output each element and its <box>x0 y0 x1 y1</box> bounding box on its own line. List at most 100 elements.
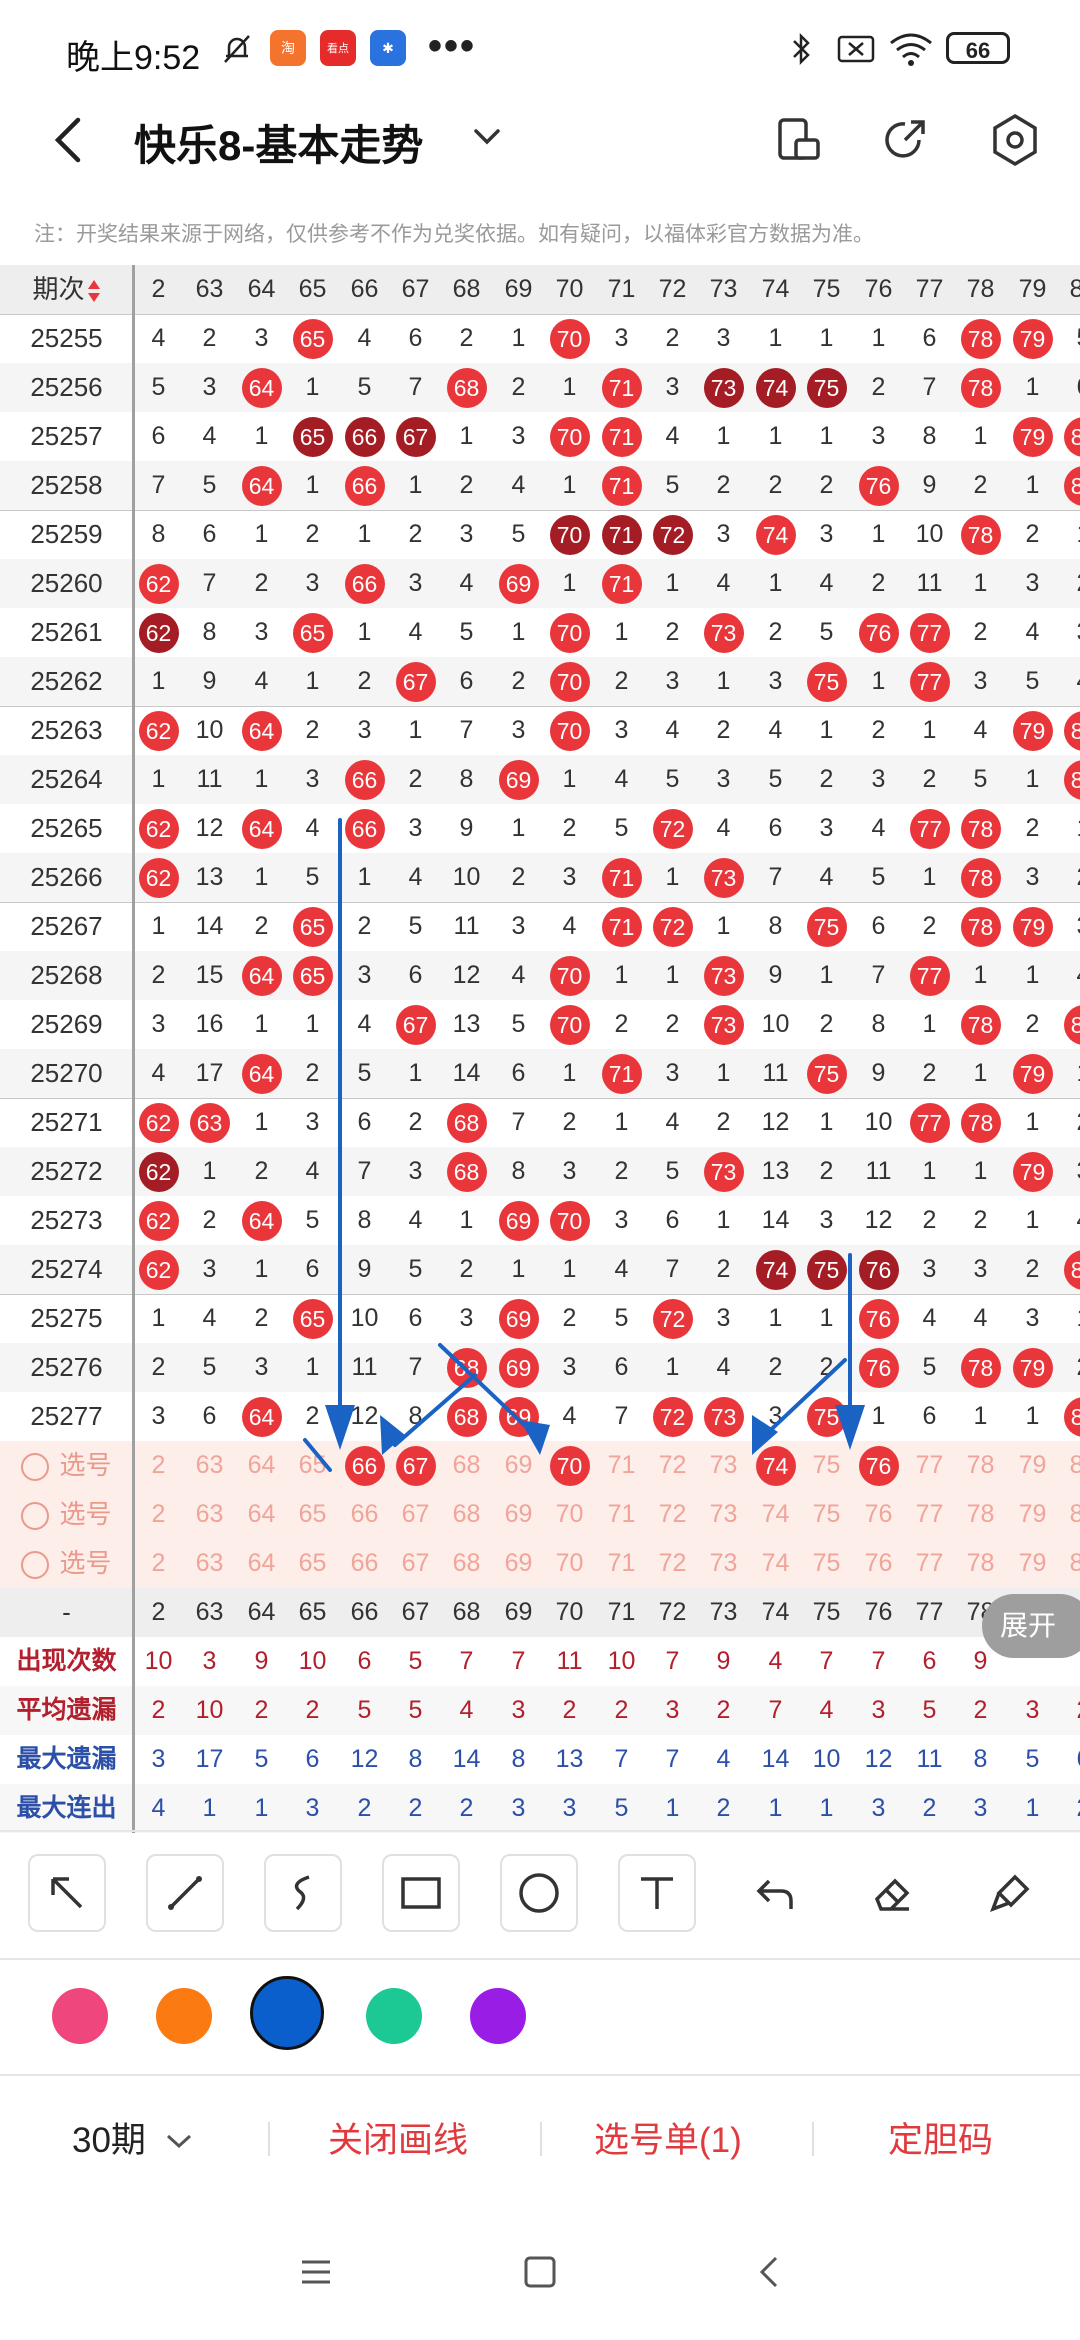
banker-code-button[interactable]: 定胆码 <box>888 2116 993 2166</box>
arrow-tool-icon[interactable] <box>28 1854 106 1932</box>
pick-cell-selected[interactable]: 67 <box>390 1441 441 1490</box>
pick-cell[interactable]: 78 <box>955 1490 1006 1539</box>
pick-cell[interactable]: 67 <box>390 1490 441 1539</box>
clear-brush-icon[interactable] <box>972 1854 1050 1932</box>
pick-cell[interactable]: 63 <box>184 1441 235 1490</box>
trend-cell: 7 <box>614 1402 629 1430</box>
pick-cell[interactable]: 71 <box>596 1441 647 1490</box>
pick-cell[interactable]: 68 <box>441 1490 492 1539</box>
period-selector[interactable]: 30期 <box>72 2116 194 2166</box>
pick-cell[interactable]: 72 <box>647 1539 698 1588</box>
pick-cell[interactable]: 66 <box>339 1490 390 1539</box>
pick-cell[interactable]: 65 <box>287 1490 338 1539</box>
eraser-tool-icon[interactable] <box>854 1854 932 1932</box>
pick-row-checkbox[interactable] <box>21 1502 50 1531</box>
color-swatch-green[interactable] <box>366 1988 422 2044</box>
pick-cell[interactable]: 64 <box>236 1441 287 1490</box>
pick-cell-selected[interactable]: 70 <box>544 1441 595 1490</box>
selected-number-ball[interactable]: 67 <box>395 1446 436 1487</box>
circle-tool-icon[interactable] <box>500 1854 578 1932</box>
pick-cell[interactable]: 71 <box>596 1490 647 1539</box>
pick-cell[interactable]: 63 <box>184 1490 235 1539</box>
pick-cell[interactable]: 75 <box>801 1539 852 1588</box>
pick-row-checkbox[interactable] <box>21 1453 50 1482</box>
pick-cell[interactable]: 66 <box>339 1539 390 1588</box>
pick-cell[interactable]: 72 <box>647 1490 698 1539</box>
pick-cell[interactable]: 63 <box>184 1539 235 1588</box>
period-number: 25276 <box>30 1352 103 1382</box>
text-tool-icon[interactable] <box>618 1854 696 1932</box>
rectangle-tool-icon[interactable] <box>382 1854 460 1932</box>
pick-cell[interactable]: 64 <box>236 1490 287 1539</box>
period-sort-header[interactable]: 期次 <box>0 265 133 314</box>
pick-cell[interactable]: 2 <box>133 1441 184 1490</box>
selected-number-ball[interactable]: 74 <box>755 1446 796 1487</box>
pick-cell[interactable]: 73 <box>698 1441 749 1490</box>
pick-cell-selected[interactable]: 74 <box>750 1441 801 1490</box>
pick-cell[interactable]: 2 <box>133 1490 184 1539</box>
pick-cell[interactable]: 78 <box>955 1441 1006 1490</box>
freehand-tool-icon[interactable] <box>264 1854 342 1932</box>
pick-cell[interactable]: 75 <box>801 1490 852 1539</box>
pick-cell[interactable]: 67 <box>390 1539 441 1588</box>
undo-tool-icon[interactable] <box>736 1854 814 1932</box>
pick-cell[interactable]: 74 <box>750 1539 801 1588</box>
pick-cell[interactable]: 69 <box>493 1441 544 1490</box>
pick-cell[interactable]: 77 <box>904 1490 955 1539</box>
pick-cell[interactable]: 64 <box>236 1539 287 1588</box>
settings-icon[interactable] <box>985 110 1045 170</box>
trend-cell: 14 <box>761 1206 790 1234</box>
back-button[interactable] <box>40 110 100 190</box>
pick-list-button[interactable]: 选号单(1) <box>594 2116 742 2166</box>
line-tool-icon[interactable] <box>146 1854 224 1932</box>
chevron-down-icon[interactable] <box>470 122 504 152</box>
pick-cell[interactable]: 70 <box>544 1539 595 1588</box>
pick-row-checkbox[interactable] <box>21 1551 50 1580</box>
pick-cell[interactable]: 71 <box>596 1539 647 1588</box>
pick-cell[interactable]: 73 <box>698 1539 749 1588</box>
pick-cell-selected[interactable]: 76 <box>853 1441 904 1490</box>
pick-cell[interactable]: 73 <box>698 1490 749 1539</box>
selected-number-ball[interactable]: 76 <box>858 1446 899 1487</box>
menu-icon[interactable] <box>296 2252 336 2297</box>
pick-cell[interactable]: 74 <box>750 1490 801 1539</box>
color-swatch-pink[interactable] <box>52 1988 108 2044</box>
trend-cell: 75 <box>801 902 852 951</box>
pick-cell[interactable]: 75 <box>801 1441 852 1490</box>
pick-cell[interactable]: 79 <box>1007 1441 1058 1490</box>
pick-cell[interactable]: 79 <box>1007 1539 1058 1588</box>
period-number: 25275 <box>30 1303 103 1333</box>
color-swatch-orange[interactable] <box>156 1988 212 2044</box>
pick-cell[interactable]: 80 <box>1058 1539 1080 1588</box>
pick-cell[interactable]: 76 <box>853 1490 904 1539</box>
share-icon[interactable] <box>875 110 935 170</box>
pick-cell[interactable]: 76 <box>853 1539 904 1588</box>
pick-cell[interactable]: 79 <box>1007 1490 1058 1539</box>
pick-cell[interactable]: 77 <box>904 1539 955 1588</box>
color-swatch-blue-selected[interactable] <box>250 1976 324 2050</box>
pick-cell[interactable]: 77 <box>904 1441 955 1490</box>
pick-cell[interactable]: 68 <box>441 1539 492 1588</box>
pick-cell[interactable]: 72 <box>647 1441 698 1490</box>
selected-number-ball[interactable]: 70 <box>549 1446 590 1487</box>
pick-cell[interactable]: 78 <box>955 1539 1006 1588</box>
pick-cell[interactable]: 80 <box>1058 1490 1080 1539</box>
back-nav-icon[interactable] <box>750 2252 790 2297</box>
expand-button[interactable]: 展开 <box>982 1594 1080 1658</box>
pick-cell[interactable]: 68 <box>441 1441 492 1490</box>
pick-cell[interactable]: 65 <box>287 1539 338 1588</box>
close-lines-button[interactable]: 关闭画线 <box>328 2116 468 2166</box>
pick-cell[interactable]: 70 <box>544 1490 595 1539</box>
selected-number-ball[interactable]: 66 <box>344 1446 385 1487</box>
pick-cell[interactable]: 69 <box>493 1490 544 1539</box>
pick-cell[interactable]: 80 <box>1058 1441 1080 1490</box>
pick-cell[interactable]: 69 <box>493 1539 544 1588</box>
trend-cell: 4 <box>819 863 834 891</box>
home-icon[interactable] <box>520 2252 560 2297</box>
pick-cell[interactable]: 65 <box>287 1441 338 1490</box>
color-swatch-purple[interactable] <box>470 1988 526 2044</box>
pick-cell[interactable]: 2 <box>133 1539 184 1588</box>
orientation-icon[interactable] <box>770 110 830 170</box>
page-title[interactable]: 快乐8-基本走势 <box>134 112 423 173</box>
pick-cell-selected[interactable]: 66 <box>339 1441 390 1490</box>
